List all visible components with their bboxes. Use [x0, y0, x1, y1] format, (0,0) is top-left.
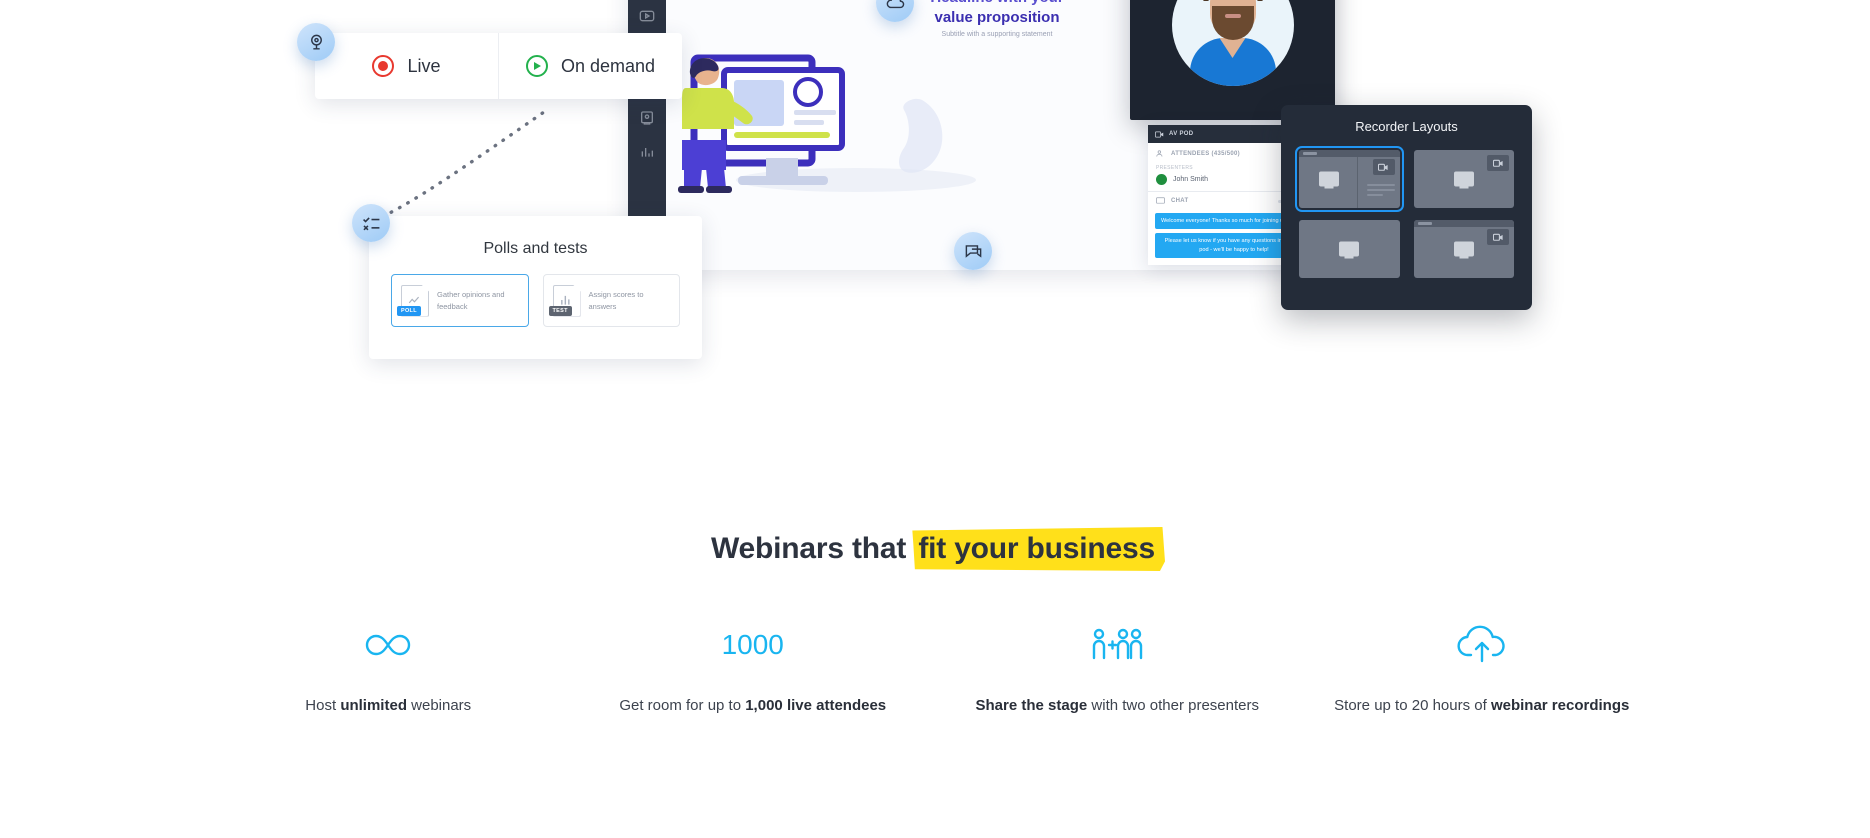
stat-text-before: Host	[305, 697, 341, 714]
headline-plain: Webinars that	[710, 532, 915, 565]
layout-camera-icon	[1372, 159, 1395, 175]
option-live-label: Live	[407, 55, 441, 76]
chat-badge[interactable]	[954, 232, 992, 270]
presenter-name: John Smith	[1173, 176, 1209, 183]
chat-icon	[1156, 197, 1165, 204]
camera-icon	[1155, 131, 1164, 137]
stat-text-after: with two other presenters	[1087, 697, 1259, 714]
cloud-icon	[886, 0, 904, 8]
stat-value: 1000	[721, 629, 784, 660]
avatar-mouth	[1224, 14, 1241, 18]
avatar-eye-left	[1202, 0, 1209, 1]
chat-label: CHAT	[1171, 198, 1189, 204]
chat-bubble-icon	[965, 244, 981, 258]
record-dot-icon	[372, 55, 395, 77]
layout-option-screen-with-camera-top[interactable]	[1413, 220, 1514, 278]
page-title: Webinars that fit your business	[711, 532, 1159, 566]
webcam-icon	[310, 34, 322, 50]
option-on-demand[interactable]: On demand	[498, 33, 682, 99]
polls-card-title: Polls and tests	[483, 240, 588, 257]
layout-screen-icon	[1319, 171, 1340, 187]
attendees-icon	[1156, 150, 1163, 157]
attendees-label: ATTENDEES (435/500)	[1171, 150, 1240, 157]
layout-screen-icon	[1339, 241, 1360, 257]
layout-option-screen-and-camera-sidebar[interactable]	[1295, 146, 1404, 212]
presenter-illustration	[678, 54, 976, 193]
handout-icon[interactable]	[637, 108, 657, 128]
layout-screen-icon	[1453, 241, 1474, 257]
presenter-avatar	[1171, 0, 1294, 86]
stat-text-bold2: webinar recordings	[1490, 697, 1630, 714]
layout-chat-lines	[1366, 184, 1395, 199]
stat-room-size: 1000 Get room for up to 1,000 live atten…	[571, 622, 936, 718]
test-tag-label: TEST	[548, 305, 572, 316]
layout-topbar	[1413, 220, 1514, 227]
layout-option-screen-with-camera-overlay[interactable]	[1413, 150, 1514, 208]
stat-unlimited-webinars: Host unlimited webinars	[206, 622, 571, 718]
poll-document-icon: POLL	[397, 284, 429, 317]
stat-text-bold: 1,000	[745, 697, 783, 714]
stat-text-before: Get room for up to	[619, 697, 746, 714]
poll-option-poll[interactable]: POLL Gather opinions and feedback	[391, 274, 529, 327]
play-circle-icon	[525, 55, 548, 77]
layout-option-screen-only[interactable]	[1299, 220, 1400, 278]
stats-row: Host unlimited webinars 1000 Get room fo…	[0, 622, 1870, 718]
stat-text-after: webinars	[406, 697, 472, 714]
stat-text-bold2: live attendees	[786, 697, 887, 714]
features-section: Webinars that fit your business Host unl…	[0, 470, 1870, 838]
checklist-icon	[362, 216, 379, 230]
stat-text-bold: unlimited	[340, 697, 407, 714]
headline-highlight: fit your business	[918, 532, 1155, 565]
avatar-beard	[1211, 6, 1254, 40]
layout-split-line	[1357, 157, 1359, 208]
stat-text: Get room for up to 1,000 live attendees	[593, 694, 914, 718]
polls-and-tests-card: Polls and tests POLL Gather opinions and…	[369, 216, 702, 359]
presenters-icon	[957, 622, 1278, 668]
option-on-demand-label: On demand	[560, 55, 656, 76]
section-headline: Webinars that fit your business	[0, 470, 1870, 566]
presenter-avatar-dot	[1156, 174, 1167, 185]
stat-recordings: Store up to 20 hours of webinar recordin…	[1300, 622, 1665, 718]
option-live[interactable]: Live	[315, 33, 498, 99]
hero-section: Ready to jumpstart your campaigns? Get s…	[0, 0, 1870, 470]
recorder-layouts-panel: Recorder Layouts	[1281, 105, 1532, 310]
stat-text: Host unlimited webinars	[228, 694, 549, 718]
analytics-icon[interactable]	[637, 142, 657, 162]
recorder-layouts-title: Recorder Layouts	[1355, 119, 1458, 134]
presenter-camera-panel	[1130, 0, 1335, 120]
polls-options-row: POLL Gather opinions and feedback TEST A…	[369, 258, 702, 327]
webcam-badge[interactable]	[297, 23, 335, 61]
cloud-upload-icon	[1322, 622, 1643, 668]
page-root: Ready to jumpstart your campaigns? Get s…	[0, 0, 1870, 838]
live-ondemand-card: Live On demand	[315, 33, 682, 99]
avatar-eye-right	[1256, 0, 1263, 1]
test-document-icon: TEST	[548, 284, 581, 317]
stat-presenters: Share the stage with two other presenter…	[935, 622, 1300, 718]
test-option-text: Assign scores to answers	[588, 289, 644, 311]
play-video-icon[interactable]	[637, 6, 657, 26]
infinity-icon	[228, 622, 549, 668]
recorder-layouts-grid	[1295, 146, 1514, 278]
stat-text: Store up to 20 hours of webinar recordin…	[1322, 694, 1643, 718]
layout-camera-icon	[1487, 155, 1509, 171]
poll-option-test[interactable]: TEST Assign scores to answers	[542, 274, 680, 327]
layout-camera-icon	[1487, 229, 1509, 245]
stat-text: Share the stage with two other presenter…	[957, 694, 1278, 718]
av-pod-label: AV POD	[1169, 131, 1194, 137]
layout-screen-icon	[1453, 171, 1474, 187]
poll-option-text: Gather opinions and feedback	[437, 289, 505, 311]
polls-badge[interactable]	[352, 204, 390, 242]
layout-topbar	[1299, 150, 1400, 157]
stat-text-before: Store up to 20 hours of	[1334, 697, 1491, 714]
poll-tag-label: POLL	[397, 305, 421, 316]
headline-marker: fit your business	[914, 532, 1159, 566]
stat-text-bold: Share the stage	[975, 697, 1088, 714]
